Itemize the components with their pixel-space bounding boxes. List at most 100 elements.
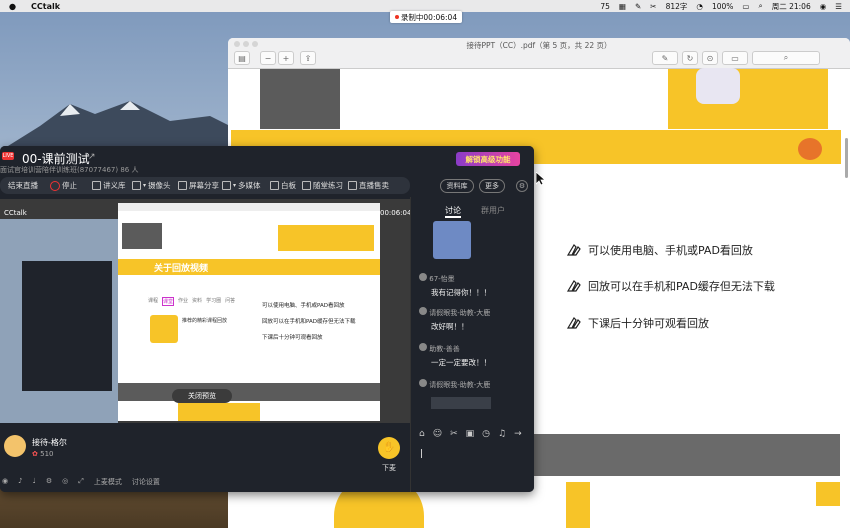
chat-attachment[interactable]: [431, 397, 491, 409]
grid-icon[interactable]: ▦: [619, 2, 626, 11]
battery-percent[interactable]: 100%: [712, 2, 733, 11]
expand-icon[interactable]: ⤢: [78, 477, 84, 487]
apple-icon[interactable]: [8, 2, 17, 11]
clap-icon: [566, 317, 581, 329]
practice-button[interactable]: 随堂练习: [302, 180, 343, 191]
shared-card-label: 推荐的精彩课程回放: [182, 318, 228, 324]
chat-user-4: 请假眼我-助教-大鹿: [419, 379, 490, 390]
pdf-item-3-text: 下课后十分钟可观看回放: [588, 317, 709, 330]
more-button[interactable]: 更多: [479, 179, 505, 193]
form-button[interactable]: ▭: [722, 51, 748, 65]
scissors-icon[interactable]: ✂: [650, 2, 656, 11]
shared-tabs: 课程 课堂 作业 资料 学习圈 问答: [148, 297, 235, 306]
courseware-button[interactable]: 讲义库: [92, 180, 126, 191]
recording-indicator[interactable]: 录制中00:06:04: [390, 11, 462, 23]
search-icon[interactable]: ⌕: [759, 1, 763, 11]
word-count[interactable]: 812字: [666, 1, 688, 12]
chat-toolbar: ⌂ ☺ ✂ ▣ ◷ ♫ →: [419, 429, 522, 439]
clock[interactable]: 周二 21:06: [772, 1, 811, 12]
eye-icon[interactable]: ◉: [2, 477, 8, 487]
clap-icon: [566, 244, 581, 256]
rotate-button[interactable]: ↻: [682, 51, 698, 65]
media-button[interactable]: ▾ 多媒体: [222, 180, 261, 191]
shared-gray-block: [122, 223, 162, 249]
sidebar-toggle-button[interactable]: ▤: [234, 51, 250, 65]
pdf-item-1-text: 可以使用电脑、手机或PAD看回放: [588, 244, 753, 257]
pdf-search-field[interactable]: ⌕: [752, 51, 820, 65]
send-arrow-icon[interactable]: →: [514, 429, 522, 439]
siri-icon[interactable]: ◉: [820, 2, 827, 11]
pdf-title: 接待PPT（CC）.pdf（第 5 页，共 22 页）: [466, 41, 612, 50]
shared-tab: 问答: [225, 298, 236, 304]
settings-gear-icon[interactable]: ⚙: [516, 180, 528, 192]
pdf-yellow-block: [668, 69, 828, 129]
battery-icon[interactable]: ▭: [742, 2, 749, 11]
chat-input-cursor[interactable]: [421, 449, 422, 458]
class-subtitle: 面试官培训营陪伴训练班(87077467) 86 人: [0, 166, 139, 174]
mascot-icon: [798, 138, 822, 160]
camera-icon: [132, 181, 141, 190]
zoom-in-button[interactable]: +: [278, 51, 294, 65]
pdf-scrollbar[interactable]: [845, 138, 848, 178]
live-sell-button[interactable]: 直播售卖: [348, 180, 389, 191]
emoji-icon[interactable]: ☺: [433, 429, 442, 439]
cctalk-header: LIVE 00-课前测试 ↗ 面试官培训营陪伴训练班(87077467) 86 …: [0, 146, 534, 177]
volume-icon[interactable]: ♪: [18, 477, 22, 487]
mode-button[interactable]: 上麦模式: [94, 477, 122, 487]
chat-text-3: 一定一定要改！！: [431, 358, 491, 367]
unlock-features-badge[interactable]: 解锁高级功能: [456, 152, 520, 166]
tab-members[interactable]: 群用户: [481, 205, 505, 216]
raise-hand-icon[interactable]: ✋: [378, 437, 400, 459]
discuss-settings-button[interactable]: 讨论设置: [132, 477, 160, 487]
practice-icon: [302, 181, 311, 190]
stop-button[interactable]: 停止: [50, 180, 77, 191]
share-button[interactable]: ⇪: [300, 51, 316, 65]
stage-time: 00:06:04: [380, 209, 412, 217]
chat-panel: 讨论 群用户 67-怡墨 我有记得你！！！ 请假眼我-助教-大鹿 改好啊！！ 助…: [410, 197, 534, 492]
avatar: [419, 273, 427, 281]
close-preview-button[interactable]: 关闭预览: [172, 389, 232, 403]
annotate-button[interactable]: ⊙: [702, 51, 718, 65]
shared-yellow-block: [278, 225, 374, 251]
host-avatar[interactable]: [4, 435, 26, 457]
material-library-button[interactable]: 资料库: [440, 179, 474, 193]
share-icon[interactable]: ↗: [88, 152, 96, 162]
shared-yellow-bottom: [178, 403, 260, 421]
gift-icon[interactable]: ⌂: [419, 429, 425, 439]
clock-icon[interactable]: ◷: [482, 429, 490, 439]
record-icon[interactable]: ◎: [62, 477, 68, 487]
tab-discuss[interactable]: 讨论: [445, 205, 461, 218]
end-live-button[interactable]: 结束直播: [8, 180, 38, 191]
sell-icon: [348, 181, 357, 190]
shared-banner-title: 关于回放视频: [154, 264, 209, 274]
pdf-toolbar: 接待PPT（CC）.pdf（第 5 页，共 22 页） ▤ − + ⇪ ✎ ↻ …: [228, 38, 850, 69]
pen-icon[interactable]: ✎: [635, 2, 641, 11]
settings-icon[interactable]: ⚙: [46, 477, 52, 487]
pdf-yellow-square: [816, 482, 840, 506]
mic-icon[interactable]: ♩: [33, 477, 36, 487]
pdf-item-3: 下课后十分钟可观看回放: [566, 315, 709, 331]
bell-icon[interactable]: ♫: [498, 429, 506, 439]
scissors-icon[interactable]: ✂: [450, 429, 458, 439]
markup-button[interactable]: ✎: [652, 51, 678, 65]
camera-button[interactable]: ▾ 摄像头: [132, 180, 171, 191]
media-icon: [222, 181, 231, 190]
cctalk-toolbar: 结束直播 停止 讲义库 ▾ 摄像头 屏幕分享 ▾ 多媒体 白板 随堂练习 直播售卖 …: [0, 177, 534, 195]
app-menu-name[interactable]: CCtalk: [31, 2, 60, 11]
courseware-icon: [92, 181, 101, 190]
pdf-item-2: 回放可以在手机和PAD缓存但无法下载: [566, 278, 775, 294]
control-center-icon[interactable]: ☰: [835, 2, 842, 11]
host-area: 接待-格尔 ✿ 510 ✋ 下麦 ◉ ♪ ♩ ⚙ ◎ ⤢ 上麦模式 讨论设置: [0, 423, 410, 492]
shared-screen: 关于回放视频 课程 课堂 作业 资料 学习圈 问答 推荐的精彩课程回放 可以使用…: [118, 203, 380, 421]
screen-share-button[interactable]: 屏幕分享: [178, 180, 219, 191]
cloud-status[interactable]: 75: [600, 2, 610, 11]
shared-toolbar: [118, 203, 380, 211]
image-icon[interactable]: ▣: [466, 429, 475, 439]
chat-image[interactable]: [433, 221, 471, 259]
whiteboard-button[interactable]: 白板: [270, 180, 296, 191]
shared-item-2: 回放可以在手机和PAD缓存但无法下载: [262, 319, 356, 325]
wifi-icon[interactable]: ◔: [696, 2, 703, 11]
zoom-out-button[interactable]: −: [260, 51, 276, 65]
host-points: ✿ 510: [32, 450, 54, 458]
raise-hand-label[interactable]: 下麦: [382, 463, 396, 473]
